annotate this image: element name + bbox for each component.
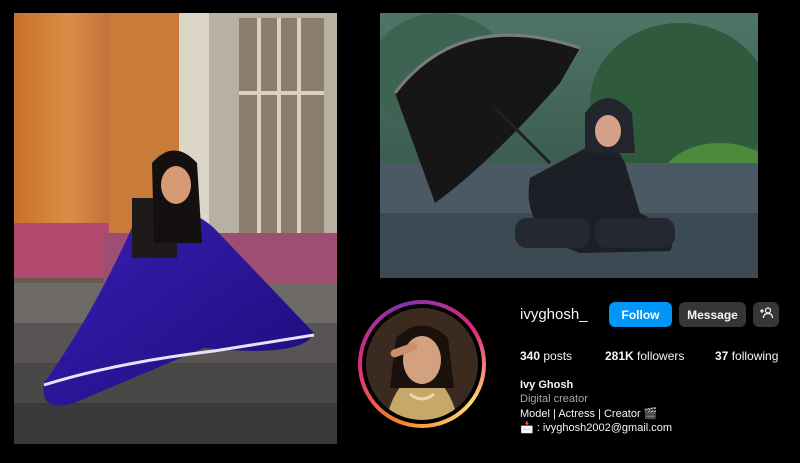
photo-saree-image [14,13,337,444]
followers-count[interactable]: 281K followers [605,349,684,363]
profile-avatar[interactable] [358,300,486,428]
posts-label: posts [543,349,573,363]
profile-username: ivyghosh_ [520,306,588,323]
followers-label: followers [637,349,685,363]
message-button[interactable]: Message [679,302,746,327]
following-label: following [731,349,779,363]
suggest-users-button[interactable] [753,302,779,327]
followers-number: 281K [605,349,634,363]
following-number: 37 [715,349,729,363]
photo-umbrella[interactable] [380,13,758,278]
profile-bio: Model | Actress | Creator 🎬 [520,408,658,420]
avatar-image [366,308,478,420]
photo-umbrella-image [380,13,758,278]
add-user-icon [759,307,773,322]
profile-category: Digital creator [520,393,588,405]
profile-display-name: Ivy Ghosh [520,379,574,391]
follow-button[interactable]: Follow [609,302,672,327]
posts-number: 340 [520,349,541,363]
profile-email: 📩 : ivyghosh2002@gmail.com [520,422,673,434]
avatar-border [362,304,482,424]
photo-saree[interactable] [14,13,337,444]
posts-count: 340 posts [520,349,572,363]
following-count[interactable]: 37 following [715,349,778,363]
